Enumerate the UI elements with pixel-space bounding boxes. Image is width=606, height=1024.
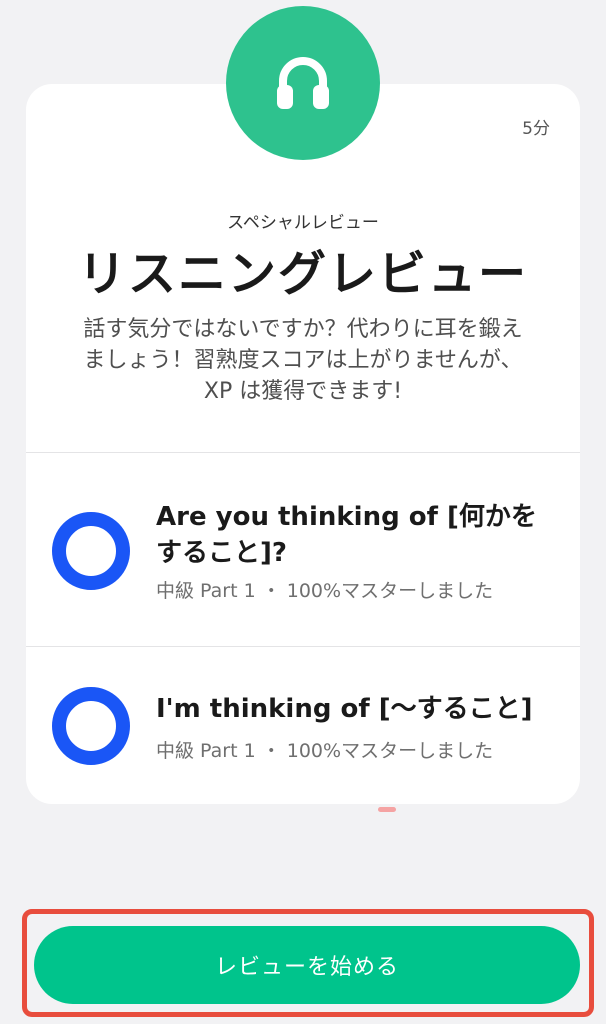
divider bbox=[26, 646, 580, 647]
review-title: リスニングレビュー bbox=[77, 246, 528, 302]
lesson-meta: 中級 Part 1 ・ 100%マスターしました bbox=[156, 580, 494, 602]
divider bbox=[26, 452, 580, 453]
review-description: 話す気分ではないですか？代わりに耳を鍛え ましょう！習熟度スコアは上がりませんが… bbox=[83, 317, 523, 404]
circle-ring-icon bbox=[52, 512, 130, 590]
lesson-title: I'm thinking of [〜すること] bbox=[156, 694, 533, 724]
start-review-button[interactable]: レビューを始める bbox=[34, 926, 580, 1004]
review-kicker: スペシャルレビュー bbox=[227, 213, 379, 233]
circle-ring-icon bbox=[52, 687, 130, 765]
scroll-indicator bbox=[378, 807, 396, 812]
duration-label: 5分 bbox=[522, 119, 550, 139]
lesson-meta: 中級 Part 1 ・ 100%マスターしました bbox=[156, 740, 494, 762]
lesson-title: Are you thinking of [何かをすること]? bbox=[156, 502, 537, 568]
headphones-icon bbox=[226, 6, 380, 160]
review-card: 5分 スペシャルレビュー リスニングレビュー 話す気分ではないですか？代わりに耳… bbox=[26, 84, 580, 804]
